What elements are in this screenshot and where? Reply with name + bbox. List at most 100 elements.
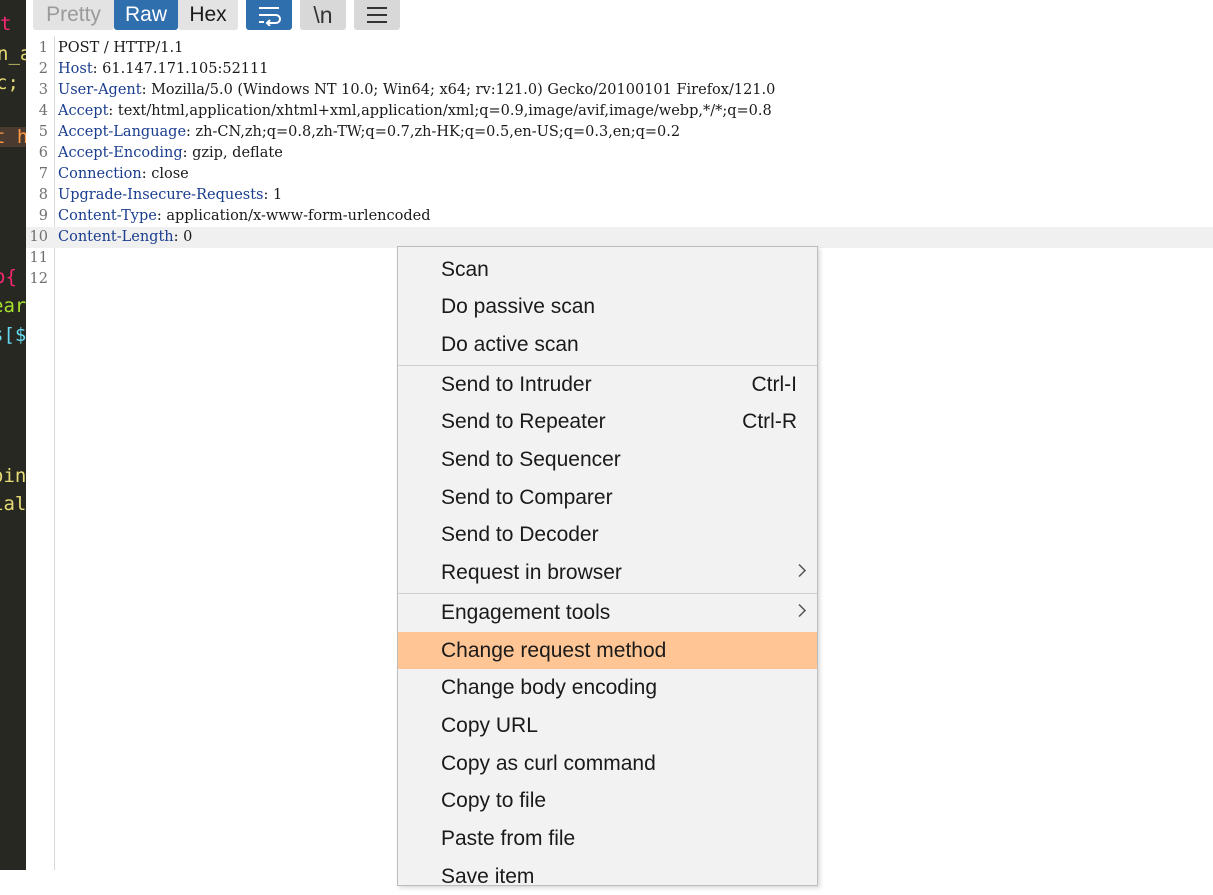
- request-line[interactable]: 8 Upgrade-Insecure-Requests: 1: [26, 185, 1213, 206]
- menu-item-label: Send to Repeater: [441, 410, 606, 434]
- editor-menu-button[interactable]: [354, 0, 400, 30]
- header-name: Host: [58, 61, 93, 77]
- line-content: Content-Type: application/x-www-form-url…: [58, 206, 430, 227]
- menu-item-send-to-decoder[interactable]: Send to Decoder: [398, 517, 817, 554]
- menu-item-do-passive-scan[interactable]: Do passive scan: [398, 289, 817, 326]
- line-content: User-Agent: Mozilla/5.0 (Windows NT 10.0…: [58, 80, 775, 101]
- request-line[interactable]: 7 Connection: close: [26, 164, 1213, 185]
- menu-item-copy-as-curl-command[interactable]: Copy as curl command: [398, 745, 817, 782]
- request-line[interactable]: 2 Host: 61.147.171.105:52111: [26, 59, 1213, 80]
- menu-item-save-item[interactable]: Save item: [398, 858, 817, 895]
- menu-item-label: Change request method: [441, 638, 667, 662]
- chevron-right-icon: [797, 563, 807, 584]
- menu-item-label: Scan: [441, 257, 489, 281]
- header-name: Content-Length: [58, 229, 174, 245]
- menu-item-label: Copy to file: [441, 789, 547, 813]
- line-number: 10: [29, 229, 48, 245]
- menu-item-label: Send to Intruder: [441, 372, 592, 396]
- menu-item-send-to-intruder[interactable]: Send to Intruder Ctrl-I: [398, 366, 817, 403]
- line-content: Connection: close: [58, 164, 189, 185]
- request-line[interactable]: 3 User-Agent: Mozilla/5.0 (Windows NT 10.…: [26, 80, 1213, 101]
- menu-item-do-active-scan[interactable]: Do active scan: [398, 326, 817, 363]
- menu-item-shortcut: Ctrl-I: [751, 372, 798, 396]
- code-fragment: ear: [0, 295, 26, 317]
- line-number: 6: [38, 145, 48, 161]
- code-fragment: t h: [0, 127, 26, 147]
- show-newlines-button[interactable]: \n: [300, 0, 346, 30]
- menu-item-label: Do active scan: [441, 332, 579, 356]
- menu-item-label: Send to Comparer: [441, 485, 613, 509]
- message-editor-toolbar: Pretty Raw Hex \n: [26, 0, 1213, 36]
- code-fragment: c;: [0, 72, 19, 94]
- header-name: Accept-Encoding: [58, 145, 183, 161]
- code-fragment: oin: [0, 465, 26, 487]
- request-line[interactable]: 1 POST / HTTP/1.1: [26, 38, 1213, 59]
- header-name: Connection: [58, 166, 142, 182]
- line-number: 3: [38, 82, 48, 98]
- menu-item-paste-from-file[interactable]: Paste from file: [398, 821, 817, 858]
- menu-item-copy-url[interactable]: Copy URL: [398, 707, 817, 744]
- pretty-tab[interactable]: Pretty: [33, 0, 114, 30]
- menu-item-change-body-encoding[interactable]: Change body encoding: [398, 670, 817, 707]
- code-fragment: t: [0, 13, 12, 35]
- code-fragment: s[$: [0, 324, 26, 346]
- menu-item-label: Do passive scan: [441, 295, 596, 319]
- line-number: 1: [38, 40, 48, 56]
- menu-item-label: Request in browser: [441, 561, 622, 585]
- menu-item-copy-to-file[interactable]: Copy to file: [398, 783, 817, 820]
- request-line-text: POST / HTTP/1.1: [58, 40, 184, 56]
- line-number: 12: [29, 271, 48, 287]
- request-line[interactable]: 9 Content-Type: application/x-www-form-ur…: [26, 206, 1213, 227]
- word-wrap-button[interactable]: [246, 0, 292, 30]
- menu-item-label: Change body encoding: [441, 676, 658, 700]
- menu-item-label: Engagement tools: [441, 600, 611, 624]
- menu-item-send-to-sequencer[interactable]: Send to Sequencer: [398, 442, 817, 479]
- raw-tab[interactable]: Raw: [114, 0, 178, 30]
- background-code-editor-strip: t n_a c; t h o{ ear s[$ oin ial: [0, 0, 26, 870]
- menu-item-label: Send to Sequencer: [441, 448, 621, 471]
- word-wrap-icon: [259, 7, 281, 26]
- line-content: Content-Length: 0: [58, 227, 192, 248]
- request-line[interactable]: 6 Accept-Encoding: gzip, deflate: [26, 143, 1213, 164]
- request-line[interactable]: 4 Accept: text/html,application/xhtml+xml…: [26, 101, 1213, 122]
- menu-item-change-request-method[interactable]: Change request method: [398, 632, 817, 669]
- line-content: Accept-Encoding: gzip, deflate: [58, 143, 283, 164]
- menu-item-label: Save item: [441, 864, 535, 888]
- hex-tab[interactable]: Hex: [178, 0, 238, 30]
- header-value: Mozilla/5.0 (Windows NT 10.0; Win64; x64…: [146, 82, 776, 98]
- line-content: Accept: text/html,application/xhtml+xml,…: [58, 101, 772, 122]
- line-number: 4: [38, 103, 48, 119]
- header-value: gzip, deflate: [187, 145, 283, 161]
- line-number: 9: [38, 208, 48, 224]
- chevron-right-icon: [797, 602, 807, 623]
- menu-item-label: Copy as curl command: [441, 751, 656, 775]
- menu-item-send-to-repeater[interactable]: Send to Repeater Ctrl-R: [398, 404, 817, 441]
- hamburger-menu-icon: [367, 7, 387, 23]
- line-number: 11: [29, 250, 48, 266]
- line-content: POST / HTTP/1.1: [58, 38, 183, 59]
- line-content: Upgrade-Insecure-Requests: 1: [58, 185, 282, 206]
- line-number: 2: [38, 61, 48, 77]
- header-value: text/html,application/xhtml+xml,applicat…: [113, 103, 772, 119]
- header-name: Content-Type: [58, 208, 157, 224]
- header-name: Accept-Language: [58, 124, 187, 140]
- header-value: close: [146, 166, 189, 182]
- line-number: 7: [38, 166, 48, 182]
- menu-item-scan[interactable]: Scan: [398, 251, 817, 288]
- menu-item-label: Send to Decoder: [441, 523, 599, 547]
- line-content: Host: 61.147.171.105:52111: [58, 59, 268, 80]
- menu-item-engagement-tools[interactable]: Engagement tools: [398, 594, 817, 631]
- menu-item-request-in-browser[interactable]: Request in browser: [398, 555, 817, 592]
- code-fragment: ial: [0, 493, 26, 515]
- request-line[interactable]: 5 Accept-Language: zh-CN,zh;q=0.8,zh-TW;q…: [26, 122, 1213, 143]
- menu-item-send-to-comparer[interactable]: Send to Comparer: [398, 479, 817, 516]
- header-name: Accept: [58, 103, 109, 119]
- code-fragment: o{: [0, 266, 17, 288]
- request-line[interactable]: 10 Content-Length: 0: [26, 227, 1213, 248]
- header-value: 1: [268, 187, 283, 203]
- header-name: Upgrade-Insecure-Requests: [58, 187, 264, 203]
- menu-item-label: Copy URL: [441, 713, 538, 737]
- menu-item-label: Paste from file: [441, 827, 576, 850]
- header-value: zh-CN,zh;q=0.8,zh-TW;q=0.7,zh-HK;q=0.5,e…: [190, 124, 681, 140]
- line-number: 5: [38, 124, 48, 140]
